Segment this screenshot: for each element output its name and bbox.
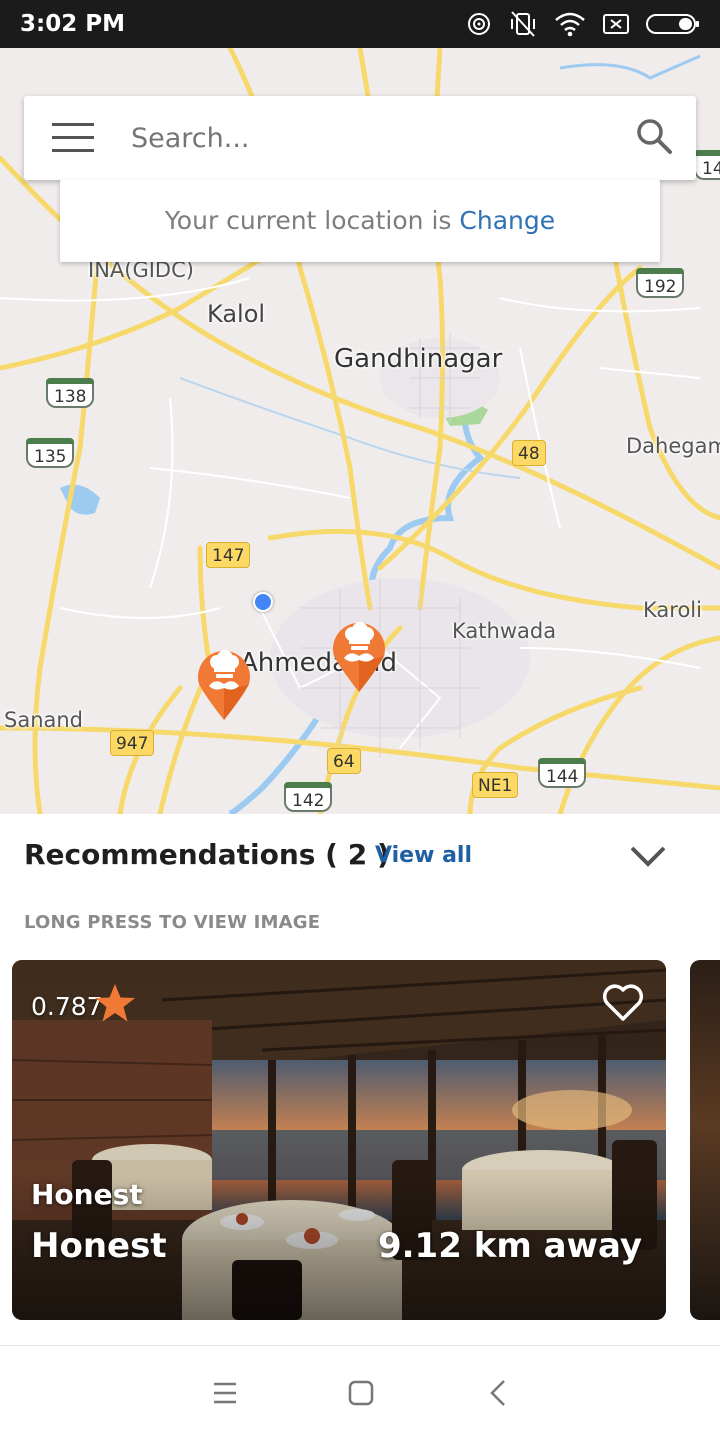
star-icon (95, 984, 135, 1022)
system-nav-bar (0, 1345, 720, 1440)
wifi-icon (555, 12, 585, 37)
recents-menu-icon[interactable] (210, 1378, 240, 1408)
view-all-link[interactable]: View all (375, 843, 472, 868)
road-shield: NE1 (472, 772, 519, 798)
map-label-gandhinagar: Gandhinagar (334, 344, 503, 374)
road-shield: 48 (512, 440, 546, 466)
road-shield: 947 (110, 730, 155, 756)
current-location-text: Your current location is (164, 206, 452, 235)
map-label-kalol: Kalol (207, 300, 266, 328)
chef-marker-icon[interactable] (195, 648, 253, 722)
road-shield: 192 (636, 268, 685, 298)
menu-icon[interactable] (52, 122, 94, 154)
rating-value: 0.787 (31, 992, 103, 1021)
app-screen: 3:02 PM INA(GIDC) Kalol Gandhinagar Dahe… (0, 0, 720, 1440)
restaurant-distance: 9.12 km away (377, 1226, 642, 1266)
map-label-sanand: Sanand (4, 708, 84, 732)
road-shield: 147 (206, 542, 251, 568)
status-icons (466, 10, 700, 38)
road-shield: 142 (694, 150, 720, 180)
long-press-hint: LONG PRESS TO VIEW IMAGE (24, 912, 321, 933)
restaurant-card[interactable]: 0.787 Honest Honest 9.12 km away (12, 960, 666, 1320)
home-icon[interactable] (346, 1378, 376, 1408)
search-icon[interactable] (636, 118, 672, 154)
change-location-link[interactable]: Change (459, 206, 555, 235)
chevron-down-icon[interactable] (628, 840, 668, 870)
restaurant-subtitle: Honest (31, 1178, 143, 1211)
search-input[interactable] (131, 118, 611, 158)
current-location-dot (253, 592, 273, 612)
search-bar (24, 96, 696, 180)
road-shield: 144 (538, 758, 587, 788)
battery-icon (646, 14, 699, 34)
map-label-dahegam: Dahegam (626, 434, 720, 458)
road-shield: 135 (26, 438, 75, 468)
next-restaurant-card[interactable] (690, 960, 720, 1320)
road-shield: 64 (327, 748, 361, 774)
map-label-kathwada: Kathwada (452, 619, 557, 643)
back-icon[interactable] (484, 1378, 514, 1408)
status-time: 3:02 PM (20, 11, 125, 37)
vibrate-off-icon (511, 11, 535, 37)
road-shield: 142 (284, 782, 333, 812)
map-label-karoli: Karoli (643, 598, 702, 622)
favorite-heart-icon[interactable] (602, 982, 644, 1022)
restaurant-name: Honest (31, 1226, 167, 1266)
chef-marker-icon[interactable] (330, 620, 388, 694)
status-bar: 3:02 PM (0, 0, 720, 48)
hotspot-icon (468, 13, 490, 35)
sim-x-icon (603, 14, 629, 34)
current-location-banner: Your current location is Change (60, 180, 660, 262)
recommendations-title: Recommendations ( 2 ) (24, 838, 390, 871)
road-shield: 138 (46, 378, 95, 408)
